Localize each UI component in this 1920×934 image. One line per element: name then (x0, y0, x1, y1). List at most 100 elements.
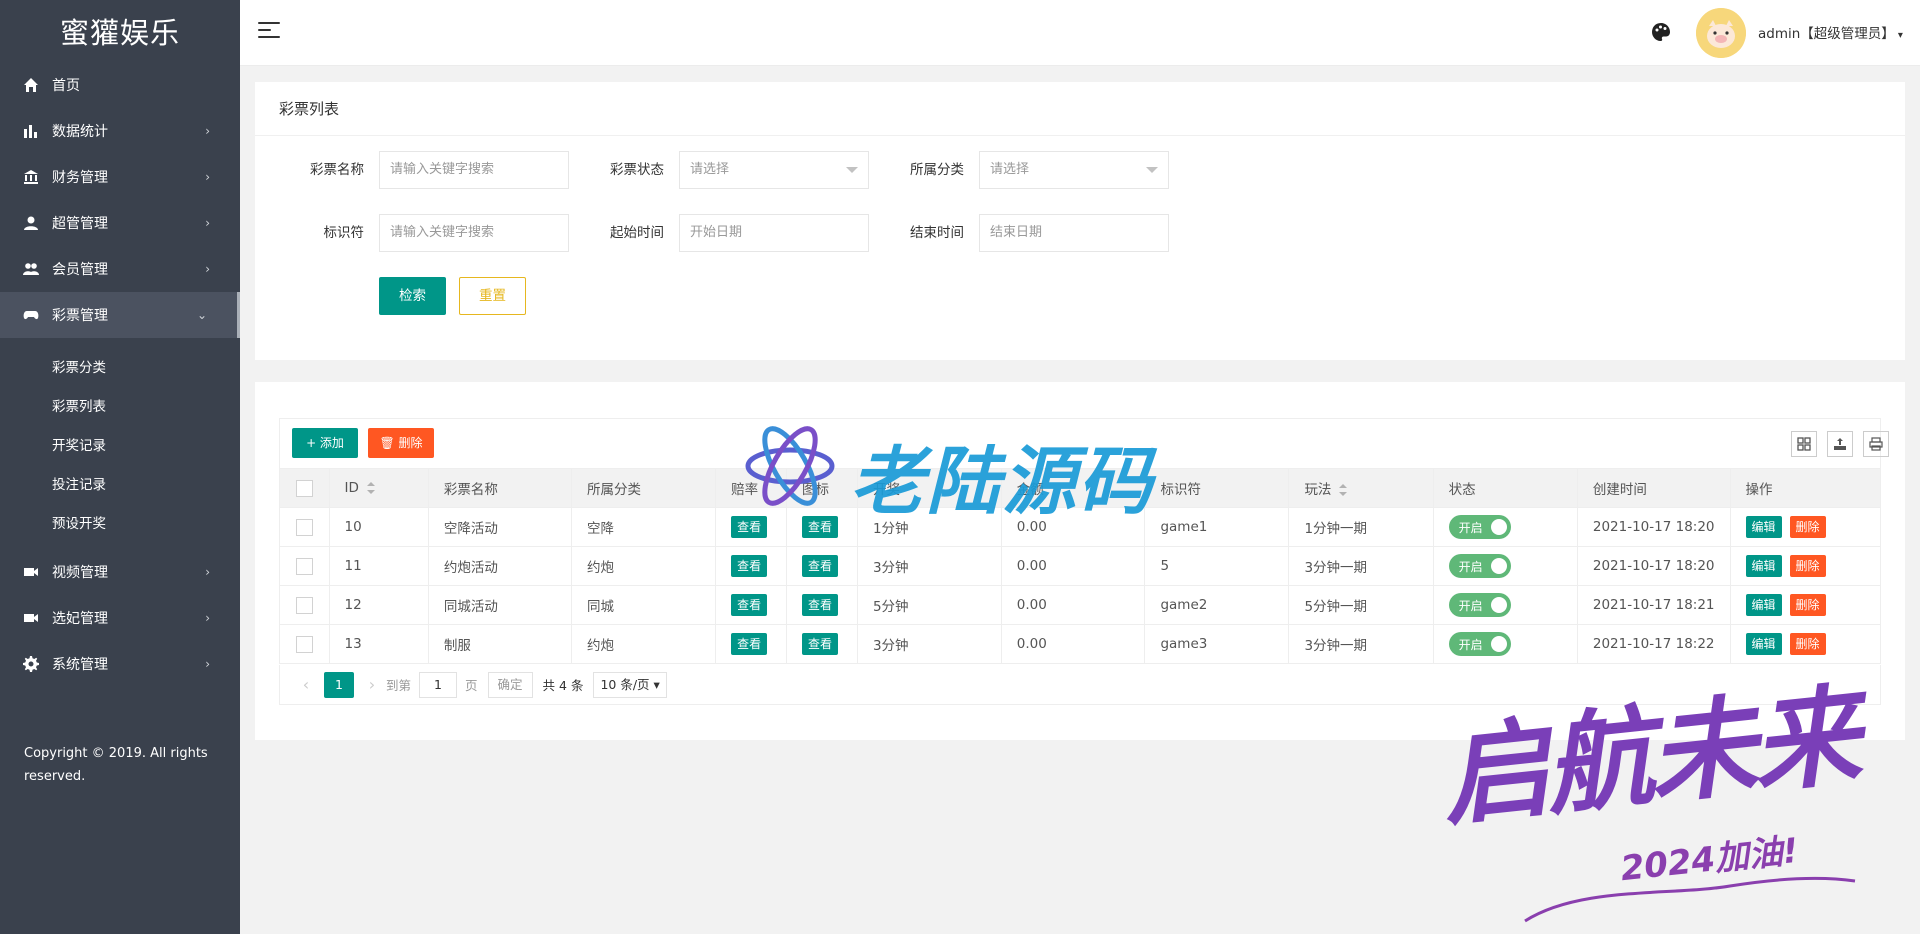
key-search-input[interactable]: 请输入关键字搜索 (379, 214, 569, 252)
user-menu[interactable]: admin【超级管理员】 ▾ (1758, 22, 1903, 42)
sidebar-item-label: 财务管理 (52, 170, 108, 186)
status-toggle[interactable]: 开启 (1448, 593, 1511, 617)
sidebar-item-label: 数据统计 (52, 124, 108, 140)
select-all-checkbox[interactable] (295, 479, 313, 497)
cell-play: 5分钟一期 (1288, 585, 1434, 625)
column-header-id[interactable]: ID (328, 468, 429, 508)
row-checkbox[interactable] (295, 635, 313, 653)
sidebar-item-video[interactable]: 视频管理 › (0, 549, 240, 595)
column-header-play[interactable]: 玩法 (1288, 468, 1434, 508)
end-date-input[interactable]: 结束日期 (979, 214, 1169, 252)
sidebar-item-label: 选妃管理 (52, 611, 108, 627)
cell-category: 约炮 (570, 624, 717, 664)
delete-button[interactable]: 删除 (1789, 633, 1826, 655)
cell-key: game2 (1144, 585, 1290, 625)
sidebar-item-statistics[interactable]: 数据统计 › (0, 108, 240, 154)
category-select[interactable]: 请选择 (979, 151, 1169, 189)
sidebar-item-label: 首页 (52, 78, 80, 94)
sidebar-item-home[interactable]: 首页 (0, 62, 240, 108)
status-label: 彩票状态 (610, 162, 664, 178)
status-select[interactable]: 请选择 (679, 151, 869, 189)
row-checkbox[interactable] (295, 518, 313, 536)
view-icon-button[interactable]: 查看 (802, 633, 839, 655)
chevron-right-icon: › (205, 262, 210, 276)
sidebar-item-members[interactable]: 会员管理 › (0, 246, 240, 292)
columns-filter-icon[interactable] (1791, 431, 1817, 457)
cell-icon: 查看 (786, 507, 858, 547)
cell-id: 10 (328, 507, 429, 547)
start-time-label: 起始时间 (610, 225, 664, 241)
status-toggle[interactable]: 开启 (1448, 515, 1511, 539)
submenu-item-bet-records[interactable]: 投注记录 (0, 463, 240, 502)
lottery-table-panel: + 添加 🗑 删除 ID 彩票名称 所属分类 赔率 图标 开奖 金额 标识符 玩… (255, 382, 1905, 740)
column-header-amount: 金额 (1000, 468, 1146, 508)
row-checkbox[interactable] (295, 557, 313, 575)
status-toggle[interactable]: 开启 (1448, 554, 1511, 578)
gear-icon (22, 655, 40, 673)
cell-status: 开启 (1432, 624, 1578, 664)
cell-key: game3 (1144, 624, 1290, 664)
palette-icon[interactable] (1650, 21, 1672, 43)
submenu-item-draw-records[interactable]: 开奖记录 (0, 424, 240, 463)
delete-button[interactable]: 删除 (1789, 594, 1826, 616)
avatar[interactable] (1696, 8, 1746, 58)
view-odds-button[interactable]: 查看 (731, 633, 768, 655)
cell-id: 12 (328, 585, 429, 625)
delete-button[interactable]: 删除 (1789, 555, 1826, 577)
view-icon-button[interactable]: 查看 (802, 516, 839, 538)
search-button[interactable]: 检索 (379, 277, 446, 315)
edit-button[interactable]: 编辑 (1745, 594, 1782, 616)
sidebar-item-admin[interactable]: 超管管理 › (0, 200, 240, 246)
menu-toggle-icon[interactable] (258, 22, 280, 42)
next-page-icon[interactable]: › (358, 675, 386, 694)
trash-icon: 🗑 (379, 436, 395, 450)
users-icon (22, 260, 40, 278)
sidebar-item-system[interactable]: 系统管理 › (0, 641, 240, 687)
row-checkbox[interactable] (295, 596, 313, 614)
print-icon[interactable] (1863, 431, 1889, 457)
sidebar-item-concubine[interactable]: 选妃管理 › (0, 595, 240, 641)
submenu-item-lottery-category[interactable]: 彩票分类 (0, 346, 240, 385)
sidebar-item-label: 视频管理 (52, 565, 108, 581)
view-icon-button[interactable]: 查看 (802, 555, 839, 577)
view-odds-button[interactable]: 查看 (731, 594, 768, 616)
cell-actions: 编辑 删除 (1729, 546, 1882, 586)
dropdown-arrow-icon (1146, 167, 1158, 173)
cell-odds: 查看 (715, 546, 788, 586)
cell-icon: 查看 (786, 624, 858, 664)
bank-icon (22, 168, 40, 186)
sort-icon[interactable] (366, 482, 375, 494)
cell-key: game1 (1144, 507, 1290, 547)
current-page[interactable]: 1 (324, 671, 354, 698)
prev-page-icon[interactable]: ‹ (292, 675, 320, 694)
sidebar-item-lottery[interactable]: 彩票管理 ⌄ (0, 292, 240, 338)
edit-button[interactable]: 编辑 (1745, 516, 1782, 538)
sidebar: 蜜獾娱乐 首页 数据统计 › 财务管理 › 超管管理 › 会员管理 › 彩票管理… (0, 0, 240, 934)
delete-button[interactable]: 删除 (1789, 516, 1826, 538)
user-icon (22, 214, 40, 232)
view-odds-button[interactable]: 查看 (731, 516, 768, 538)
view-icon-button[interactable]: 查看 (802, 594, 839, 616)
view-odds-button[interactable]: 查看 (731, 555, 768, 577)
export-icon[interactable] (1827, 431, 1853, 457)
goto-confirm-button[interactable]: 确定 (487, 671, 533, 698)
start-date-input[interactable]: 开始日期 (679, 214, 869, 252)
top-header: admin【超级管理员】 ▾ (240, 0, 1920, 66)
name-search-input[interactable]: 请输入关键字搜索 (379, 151, 569, 189)
page-size-select[interactable]: 10 条/页 ▾ (593, 671, 667, 698)
edit-button[interactable]: 编辑 (1745, 633, 1782, 655)
sidebar-item-finance[interactable]: 财务管理 › (0, 154, 240, 200)
sort-icon[interactable] (1339, 484, 1348, 496)
submenu-item-preset-draw[interactable]: 预设开奖 (0, 502, 240, 541)
edit-button[interactable]: 编辑 (1745, 555, 1782, 577)
add-button[interactable]: + 添加 (292, 428, 358, 458)
cell-created: 2021-10-17 18:22 (1576, 624, 1731, 664)
cell-play: 3分钟一期 (1288, 546, 1434, 586)
batch-delete-button[interactable]: 🗑 删除 (368, 428, 434, 458)
user-name-label: admin【超级管理员】 (1758, 26, 1895, 42)
status-toggle[interactable]: 开启 (1448, 632, 1511, 656)
reset-button[interactable]: 重置 (459, 277, 526, 315)
submenu-item-lottery-list[interactable]: 彩票列表 (0, 385, 240, 424)
gamepad-icon (22, 306, 40, 324)
goto-page-input[interactable]: 1 (419, 671, 458, 698)
